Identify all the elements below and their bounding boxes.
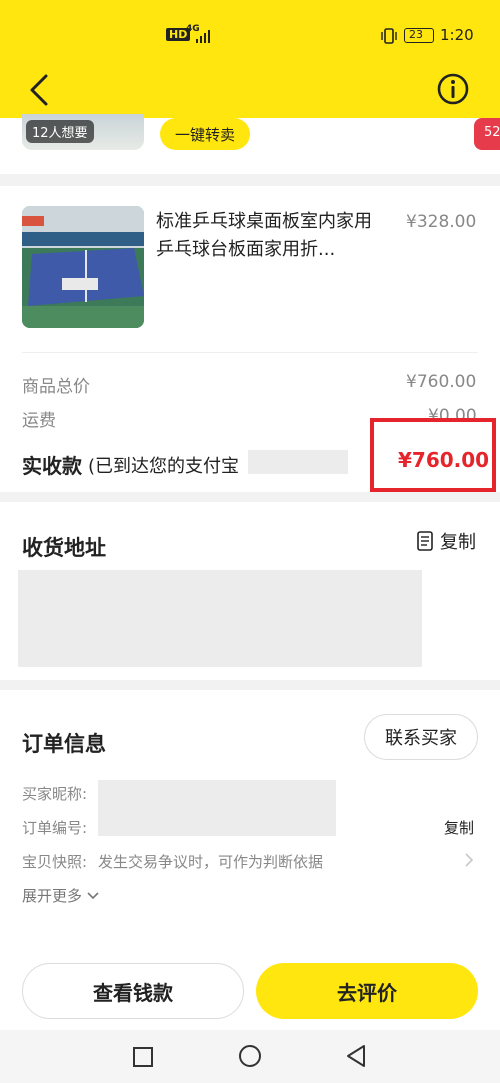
address-title: 收货地址 <box>22 536 106 560</box>
redacted-address <box>18 570 422 667</box>
buyer-nickname-label: 买家昵称: <box>22 785 88 803</box>
product-title[interactable]: 标准乒乓球桌面板室内家用乒乓球台板面家用折... <box>156 208 374 264</box>
chevron-right-icon[interactable] <box>464 852 474 872</box>
recent-apps-icon[interactable] <box>132 1046 154 1072</box>
signal-icon <box>196 28 212 47</box>
received-note: (已到达您的支付宝 <box>88 456 240 477</box>
system-nav-bar <box>0 1030 500 1083</box>
status-bar: HD 4G 23 1:20 <box>0 0 500 70</box>
chevron-down-icon <box>87 891 99 899</box>
received-value: ¥760.00 <box>398 448 490 472</box>
right-thumbnail-badge: 52 <box>484 125 500 140</box>
expand-more-label: 展开更多 <box>22 887 83 905</box>
recommend-thumbnail[interactable]: 12人想要 <box>22 114 144 150</box>
bottom-action-bar: 查看钱款 去评价 <box>0 955 500 1030</box>
expand-more-button[interactable]: 展开更多 <box>22 885 100 906</box>
review-button[interactable]: 去评价 <box>256 963 478 1019</box>
goods-total-value: ¥760.00 <box>406 372 477 392</box>
battery-icon: 23 <box>404 28 434 43</box>
right-thumbnail[interactable]: 52 <box>474 118 500 150</box>
app-header: HD 4G 23 1:20 <box>0 0 500 118</box>
order-summary-card: 标准乒乓球桌面板室内家用乒乓球台板面家用折... ¥328.00 商品总价 ¥7… <box>0 186 500 492</box>
order-info-card: 订单信息 联系买家 买家昵称: 订单编号: 复制 宝贝快照: 发生交易争议时，可… <box>0 690 500 955</box>
want-count-badge: 12人想要 <box>26 120 94 143</box>
snapshot-label: 宝贝快照: <box>22 853 88 871</box>
product-image[interactable] <box>22 206 144 328</box>
recommend-strip: 12人想要 一键转卖 52 <box>0 114 500 174</box>
back-button[interactable] <box>20 70 60 110</box>
resell-button[interactable]: 一键转卖 <box>160 118 250 150</box>
copy-address-button[interactable]: 复制 <box>416 528 476 554</box>
vibrate-icon <box>380 27 398 49</box>
ping-pong-table-photo <box>22 206 144 328</box>
triangle-back-icon[interactable] <box>344 1044 368 1072</box>
info-circle-icon <box>437 73 469 105</box>
order-number-label: 订单编号: <box>22 819 88 837</box>
view-money-button[interactable]: 查看钱款 <box>22 963 244 1019</box>
home-icon[interactable] <box>238 1044 262 1072</box>
snapshot-text[interactable]: 发生交易争议时，可作为判断依据 <box>98 851 323 872</box>
document-copy-icon <box>417 531 433 551</box>
goods-total-label: 商品总价 <box>22 377 90 397</box>
received-label: 实收款 <box>22 454 82 478</box>
chevron-left-icon <box>30 74 48 106</box>
copy-order-number-button[interactable]: 复制 <box>444 817 474 838</box>
redacted-buyer-nickname <box>98 780 336 836</box>
copy-address-label: 复制 <box>440 532 476 553</box>
info-button[interactable] <box>436 72 470 106</box>
clock: 1:20 <box>440 26 474 44</box>
product-price: ¥328.00 <box>406 212 477 232</box>
divider <box>22 352 478 353</box>
contact-buyer-button[interactable]: 联系买家 <box>364 714 478 760</box>
battery-level: 23 <box>409 28 423 41</box>
shipping-label: 运费 <box>22 411 56 431</box>
order-info-title: 订单信息 <box>22 732 106 756</box>
address-card: 收货地址 复制 <box>0 502 500 680</box>
redacted-alipay-account <box>248 450 348 474</box>
